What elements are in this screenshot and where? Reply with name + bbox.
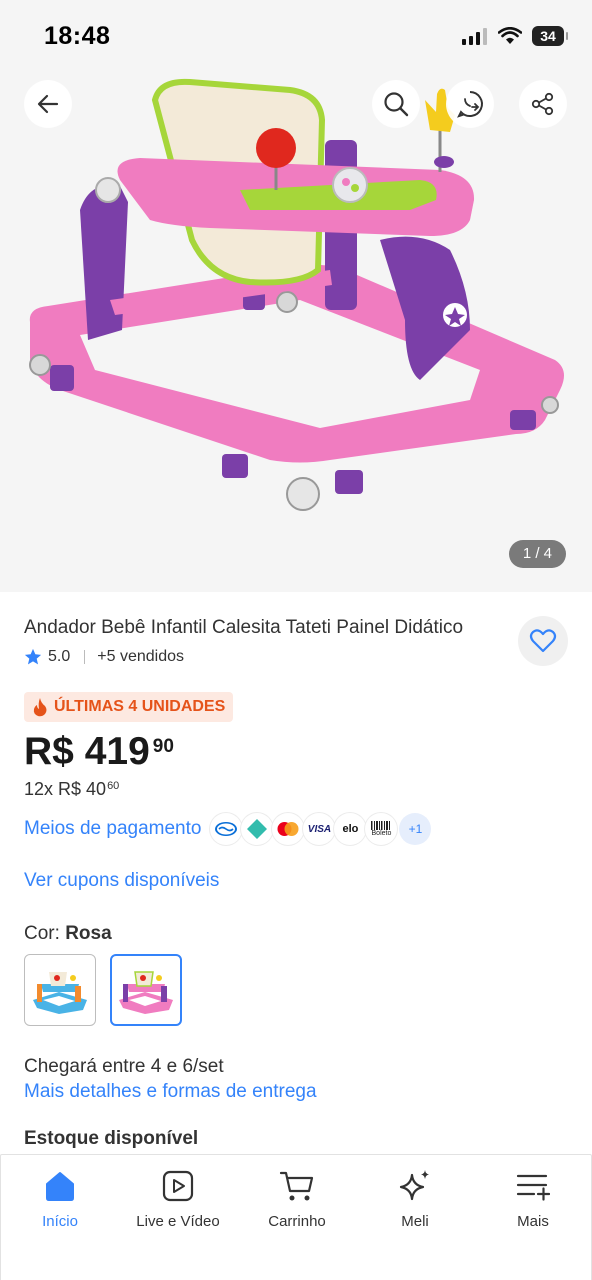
payment-logos: VISA elo Boleto +1 (210, 813, 432, 845)
delivery-estimate: Chegará entre 4 e 6/set (24, 1056, 224, 1077)
stock-urgency-badge: ÚLTIMAS 4 UNIDADES (24, 692, 234, 722)
nav-more-label: Mais (517, 1213, 549, 1230)
nav-more[interactable]: Mais (474, 1167, 592, 1230)
product-gallery[interactable]: 1 / 4 (0, 0, 592, 592)
walker-blue-thumbnail (33, 972, 87, 1014)
more-payment-methods[interactable]: +1 (399, 813, 432, 845)
rating-row[interactable]: 5.0 +5 vendidos (24, 646, 184, 668)
search-button[interactable] (372, 80, 420, 128)
status-icons: 34 (462, 26, 568, 46)
nav-cart[interactable]: Carrinho (238, 1167, 356, 1230)
star-icon (24, 648, 42, 665)
play-icon (162, 1170, 194, 1202)
back-button[interactable] (24, 80, 72, 128)
price-main: R$ 419 (24, 730, 150, 773)
gallery-counter: 1 / 4 (508, 540, 566, 568)
color-value: Rosa (65, 923, 112, 944)
walker-pink-thumbnail (119, 971, 173, 1014)
visa-icon: VISA (303, 813, 336, 845)
nav-cart-label: Carrinho (268, 1213, 326, 1230)
product-title: Andador Bebê Infantil Calesita Tateti Pa… (24, 617, 464, 638)
rating-value: 5.0 (48, 648, 71, 665)
color-label-prefix: Cor: (24, 923, 66, 944)
nav-meli[interactable]: Meli (356, 1167, 474, 1230)
mastercard-icon (272, 813, 305, 845)
elo-icon: elo (334, 813, 367, 845)
heart-icon (529, 629, 557, 653)
visa-text: VISA (307, 823, 332, 835)
payment-methods-link[interactable]: Meios de pagamento (24, 818, 201, 840)
favorite-button[interactable] (518, 616, 568, 666)
coupons-link[interactable]: Ver cupons disponíveis (24, 870, 219, 892)
nav-home[interactable]: Início (1, 1167, 119, 1230)
search-icon (384, 92, 409, 117)
signal-icon (462, 28, 487, 45)
product-image (29, 78, 565, 511)
rating-divider (84, 650, 86, 664)
home-icon (46, 1172, 74, 1201)
wifi-icon (498, 27, 522, 44)
boleto-text: Boleto (371, 829, 392, 837)
installments-cents: 60 (107, 780, 120, 792)
menu-plus-icon (516, 1174, 550, 1201)
sold-count: +5 vendidos (97, 648, 184, 665)
bottom-navigation: Início Live e Vídeo Carrinho Meli Mais (0, 1154, 592, 1280)
urgency-text: ÚLTIMAS 4 UNIDADES (54, 698, 226, 715)
color-option-pink[interactable] (110, 954, 182, 1026)
price-cents: 90 (152, 736, 174, 757)
stock-title: Estoque disponível (24, 1128, 199, 1149)
nav-live-video-label: Live e Vídeo (136, 1213, 220, 1230)
flame-icon (33, 698, 47, 717)
nav-home-label: Início (42, 1213, 78, 1230)
payment-methods-row[interactable]: Meios de pagamento VISA elo Boleto +1 (24, 812, 432, 846)
cart-icon (279, 1171, 314, 1201)
status-time: 18:48 (44, 22, 111, 50)
delivery-details-link[interactable]: Mais detalhes e formas de entrega (24, 1081, 317, 1103)
status-bar: 18:48 34 (0, 0, 592, 76)
share-button[interactable] (519, 80, 567, 128)
color-option-blue[interactable] (24, 954, 96, 1026)
whatsapp-share-button[interactable] (446, 80, 494, 128)
boleto-icon: Boleto (365, 813, 398, 845)
whatsapp-icon (457, 91, 483, 118)
battery-indicator: 34 (532, 26, 568, 46)
nav-meli-label: Meli (401, 1213, 429, 1230)
mercado-pago-icon (210, 813, 243, 845)
elo-text: elo (342, 823, 359, 835)
arrow-left-icon (37, 94, 59, 114)
pix-icon (241, 813, 274, 845)
share-icon (531, 92, 554, 116)
nav-live-video[interactable]: Live e Vídeo (119, 1167, 237, 1230)
sparkle-icon (399, 1170, 429, 1201)
color-label: Cor: Rosa (24, 923, 112, 945)
installments-main: 12x R$ 40 (24, 779, 107, 799)
installments: 12x R$ 40 60 (24, 779, 119, 800)
product-price: R$ 419 90 (24, 730, 174, 774)
